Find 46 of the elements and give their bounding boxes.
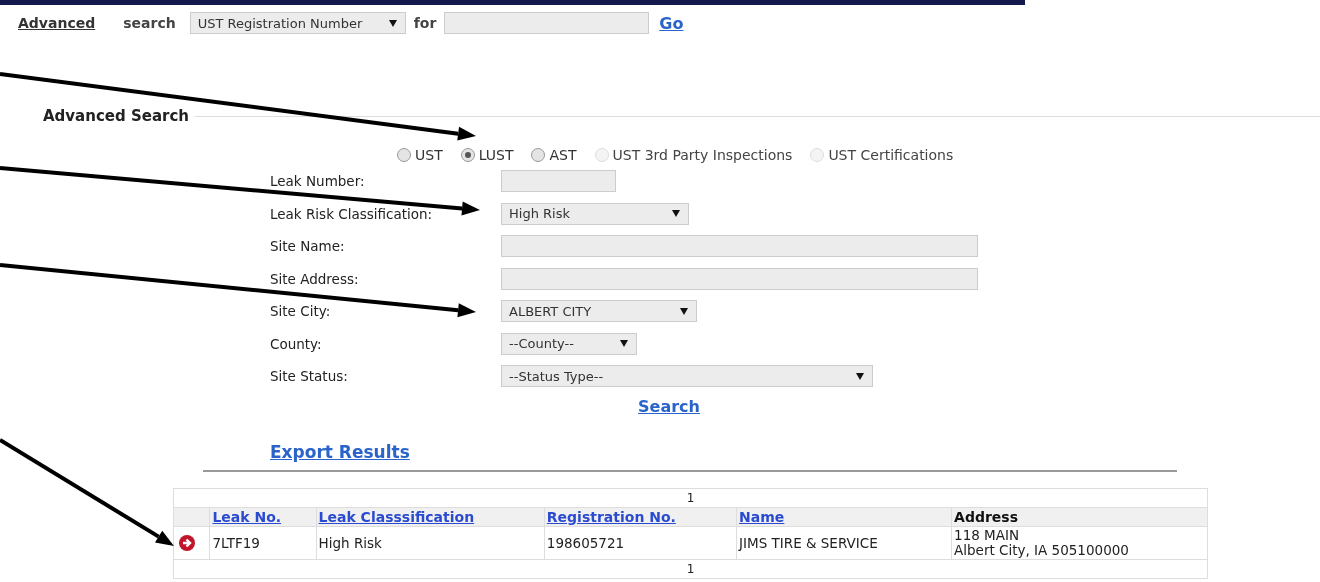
radio-button[interactable]	[531, 148, 546, 162]
pager: 1	[173, 488, 1208, 508]
field-label: Site Address:	[270, 270, 360, 287]
radio-label: UST Certifications	[828, 147, 954, 163]
search-field[interactable]	[444, 12, 650, 34]
arrow-circle-icon[interactable]	[178, 534, 196, 552]
table-cell: 198605721	[546, 535, 625, 551]
search-link[interactable]: Search	[638, 397, 700, 416]
field-label: County:	[270, 335, 323, 352]
search-label: search	[123, 15, 176, 31]
radio-label: UST 3rd Party Inspections	[612, 147, 793, 163]
for-label: for	[413, 15, 437, 31]
dropdown[interactable]: High Risk	[501, 202, 689, 225]
search-by-select[interactable]: UST Registration Number	[189, 12, 406, 34]
export-link[interactable]: Export Results	[270, 442, 410, 462]
table-cell: 7LTF19	[212, 535, 260, 551]
field-label: Site Name:	[270, 238, 346, 254]
caret-icon	[856, 372, 864, 380]
dropdown[interactable]: --Status Type--	[501, 365, 873, 387]
advanced-link[interactable]: Advanced	[18, 15, 96, 31]
field-label: Site City:	[270, 303, 332, 319]
input-field[interactable]	[501, 267, 978, 290]
section-title: Advanced Search	[42, 107, 190, 125]
caret-icon	[388, 19, 397, 27]
radio-label: AST	[549, 147, 577, 163]
field-label: Site Status:	[270, 368, 349, 384]
column-header: Address	[954, 509, 1018, 525]
pager: 1	[173, 559, 1208, 579]
caret-icon	[672, 210, 680, 217]
address-cell-text: 118 MAIN Albert City, IA 505100000	[954, 528, 1130, 558]
radio-label: UST	[415, 147, 443, 163]
dropdown[interactable]: ALBERT CITY	[501, 300, 697, 322]
input-field[interactable]	[501, 235, 978, 257]
caret-icon	[680, 307, 688, 315]
caret-icon	[620, 340, 628, 347]
table-cell: High Risk	[318, 535, 382, 551]
column-header-link[interactable]: Name	[739, 509, 785, 525]
radio-button[interactable]	[460, 148, 475, 162]
dropdown[interactable]: --County--	[501, 332, 637, 355]
table-cell: JIMS TIRE & SERVICE	[739, 535, 878, 551]
field-label: Leak Number:	[270, 173, 366, 189]
radio-label: LUST	[478, 147, 514, 163]
radio-button[interactable]	[397, 148, 411, 162]
field-label: Leak Risk Classification:	[270, 205, 434, 222]
go-link[interactable]: Go	[659, 13, 684, 33]
input-field[interactable]	[501, 170, 616, 192]
